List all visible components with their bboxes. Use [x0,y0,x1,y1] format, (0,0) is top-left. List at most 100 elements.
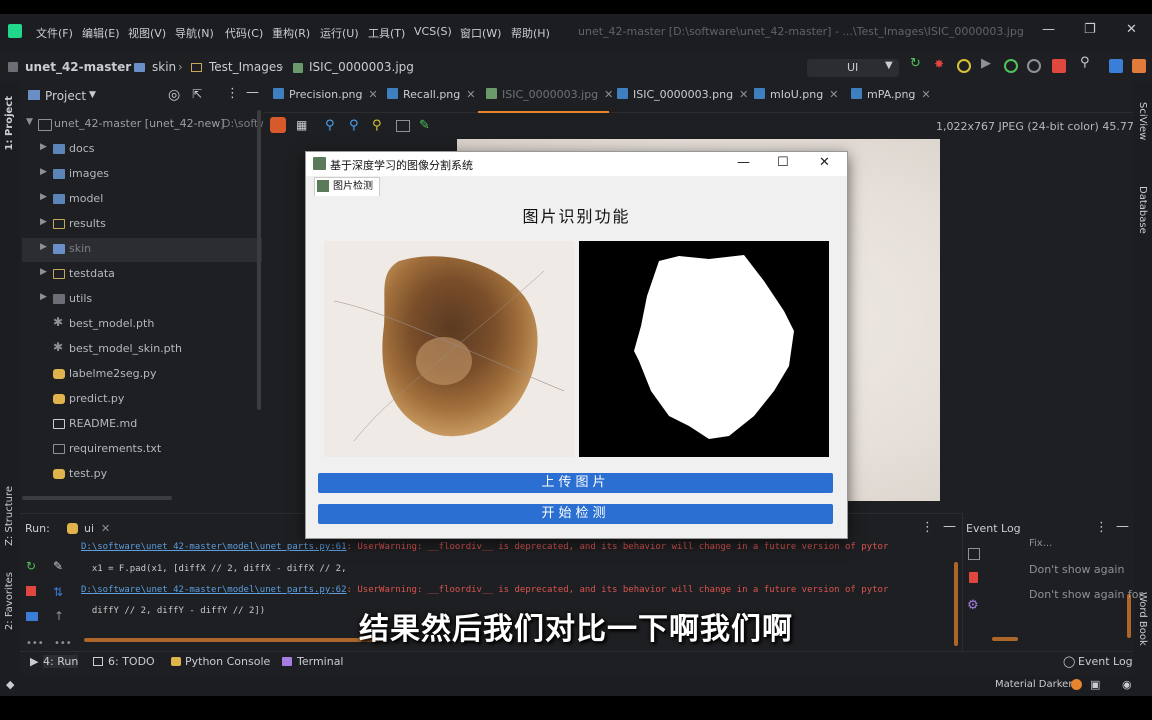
bottom-tab-event-log[interactable]: Event Log [1078,655,1133,668]
close-tab-icon[interactable]: ✕ [921,88,930,101]
more-options-icon[interactable]: ⋮ [921,520,934,535]
tab-precision[interactable]: Precision.png ✕ [273,88,378,101]
project-panel-title[interactable]: Project [45,89,86,103]
zoom-in-icon[interactable]: ⚲ [325,118,335,133]
menu-tools[interactable]: 工具(T) [368,25,405,41]
coverage-icon[interactable] [957,59,971,73]
hide-panel-icon[interactable]: — [246,85,259,100]
more-options-icon[interactable]: ⋮ [1095,520,1108,535]
run-config-tab[interactable]: ui [84,522,94,535]
minimize-icon[interactable]: — [737,155,750,170]
locate-icon[interactable]: ◎ [168,87,180,103]
menu-code[interactable]: 代码(C) [225,25,263,41]
pick-color-icon[interactable]: ✎ [419,118,430,133]
menu-view[interactable]: 视图(V) [128,25,166,41]
event-log-link[interactable]: Don't show again for [1029,588,1143,601]
tree-item-skin[interactable]: ▶ skin [22,238,262,262]
breadcrumb-skin[interactable]: skin [152,60,176,74]
image-viewer-icon[interactable] [270,117,286,133]
run-config-select[interactable]: UI ▼ [807,59,899,77]
maximize-icon[interactable]: ☐ [777,155,789,170]
tree-root[interactable]: ▼ unet_42-master [unet_42-new] D:\softw [22,113,267,137]
tab-isic-jpg[interactable]: ISIC_0000003.jpg ✕ [486,88,613,101]
tree-item-requirements[interactable]: requirements.txt [22,438,262,462]
rerun-icon[interactable]: ↻ [26,559,36,573]
close-tab-icon[interactable]: ✕ [739,88,748,101]
tab-miou[interactable]: mIoU.png ✕ [754,88,838,101]
debug-icon[interactable]: ✸ [934,57,948,71]
collapse-icon[interactable]: ⇱ [192,87,202,101]
bottom-tab-run[interactable]: 4: Run [43,655,79,668]
close-tab-icon[interactable]: ✕ [466,88,475,101]
close-tab-icon[interactable]: ✕ [101,522,110,535]
zoom-out-icon[interactable]: ⚲ [349,118,359,133]
database-tool-window-label[interactable]: Database [1137,186,1148,234]
start-detection-button[interactable]: 开始检测 [318,504,833,524]
tree-item-model[interactable]: ▶ model [22,188,262,212]
delete-icon[interactable] [969,572,978,583]
tree-item-test[interactable]: test.py [22,463,262,487]
layers-icon[interactable]: ◆ [6,678,14,691]
close-icon[interactable]: ✕ [1126,22,1137,37]
menu-refactor[interactable]: 重构(R) [272,25,310,41]
close-tab-icon[interactable]: ✕ [369,88,378,101]
menu-edit[interactable]: 编辑(E) [82,25,120,41]
close-tab-icon[interactable]: ✕ [829,88,838,101]
menu-file[interactable]: 文件(F) [36,25,73,41]
edit-config-icon[interactable]: ✎ [53,559,63,573]
breadcrumb-file[interactable]: ISIC_0000003.jpg [309,60,414,74]
restore-icon[interactable]: ❐ [1084,22,1096,37]
console-file-link[interactable]: D:\software\unet_42-master\model\unet_pa… [81,542,347,552]
hide-panel-icon[interactable]: — [943,519,956,534]
run-icon[interactable]: ▶ [981,56,995,71]
menu-help[interactable]: 帮助(H) [511,25,550,41]
translate-icon[interactable] [1109,59,1123,73]
stop-icon[interactable] [1052,59,1066,73]
grid-icon[interactable]: ▦ [296,118,307,132]
memory-icon[interactable]: ◉ [1122,678,1132,691]
sciview-tool-window-label[interactable]: SciView [1137,102,1148,140]
tree-item-predict[interactable]: predict.py [22,388,262,412]
minimize-icon[interactable]: — [1042,22,1055,37]
menu-vcs[interactable]: VCS(S) [414,25,452,38]
more-options-icon[interactable]: ⋮ [226,86,239,101]
tree-item-labelme2seg[interactable]: labelme2seg.py [22,363,262,387]
tab-isic-png[interactable]: ISIC_0000003.png ✕ [617,88,748,101]
tree-item-best-model-skin[interactable]: ✱ best_model_skin.pth [22,338,262,362]
tab-mpa[interactable]: mPA.png ✕ [851,88,931,101]
rerun-icon[interactable]: ↻ [910,56,924,71]
console-file-link[interactable]: D:\software\unet_42-master\model\unet_pa… [81,585,347,595]
bottom-tab-terminal[interactable]: Terminal [297,655,344,668]
bottom-tab-python-console[interactable]: Python Console [185,655,270,668]
hide-panel-icon[interactable]: — [1116,519,1129,534]
stop-icon[interactable] [26,586,36,596]
actual-size-icon[interactable]: ⚲ [372,118,382,133]
event-log-link[interactable]: Don't show again [1029,563,1124,576]
mark-read-icon[interactable] [968,548,980,560]
tree-item-docs[interactable]: ▶ docs [22,138,262,162]
plugin-icon[interactable] [1132,59,1146,73]
tree-item-readme[interactable]: README.md [22,413,262,437]
sort-icon[interactable]: ⇅ [53,585,63,599]
lock-icon[interactable]: ▣ [1090,678,1100,691]
tree-item-best-model[interactable]: ✱ best_model.pth [22,313,262,337]
profile-icon[interactable] [1004,59,1018,73]
theme-label[interactable]: Material Darker [995,679,1072,690]
attach-icon[interactable] [1027,59,1041,73]
bottom-tab-todo[interactable]: 6: TODO [108,655,155,668]
menu-window[interactable]: 窗口(W) [460,25,501,41]
upload-image-button[interactable]: 上传图片 [318,473,833,493]
breadcrumb-test-images[interactable]: Test_Images [209,60,282,74]
event-log-link[interactable]: Fix... [1029,538,1052,549]
structure-tool-window-label[interactable]: Z: Structure [4,486,15,546]
project-tool-window-label[interactable]: 1: Project [4,96,15,151]
menu-navigate[interactable]: 导航(N) [175,25,214,41]
close-icon[interactable]: ✕ [819,155,830,170]
tree-item-utils[interactable]: ▶ utils [22,288,262,312]
fit-zoom-icon[interactable] [396,120,410,132]
menu-run[interactable]: 运行(U) [320,25,359,41]
close-tab-icon[interactable]: ✕ [604,88,613,101]
project-h-scrollbar[interactable] [22,496,172,500]
project-scrollbar[interactable] [257,110,261,410]
tree-item-testdata[interactable]: ▶ testdata [22,263,262,287]
